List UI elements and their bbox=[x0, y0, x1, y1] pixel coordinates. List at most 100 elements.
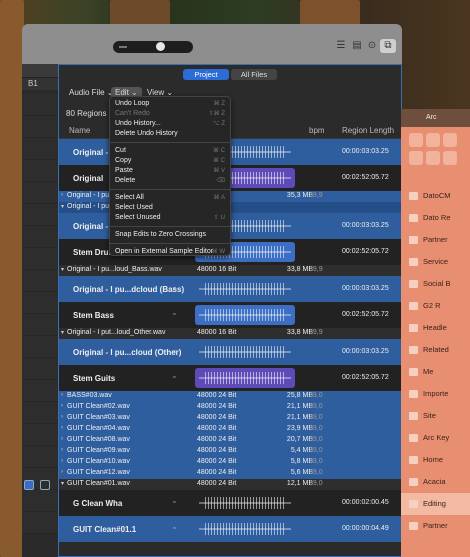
arc-tab-item[interactable]: Related bbox=[401, 339, 470, 361]
disclosure-triangle-icon[interactable]: ▾ bbox=[61, 203, 64, 210]
menu-item[interactable]: Snap Edits to Zero Crossings bbox=[110, 230, 230, 240]
menu-item[interactable]: Select All ⌘ A bbox=[110, 193, 230, 203]
list-icon[interactable]: ☰ bbox=[333, 39, 349, 53]
menu-item[interactable]: Delete ⌫ bbox=[110, 176, 230, 186]
disclosure-triangle-icon[interactable]: › bbox=[61, 458, 63, 464]
region-row[interactable]: Stem Guits ▫ 00:02:52:05.72 bbox=[59, 365, 401, 391]
loop-browser-icon[interactable]: ⊙ bbox=[364, 39, 380, 53]
arc-tab-item[interactable]: Importe bbox=[401, 383, 470, 405]
audio-file-row[interactable]: ▾ Original - I put...loud_Other.wav 48000 … bbox=[59, 328, 401, 339]
control-bar-lcd[interactable] bbox=[113, 41, 193, 53]
pinned-tab[interactable] bbox=[409, 151, 423, 165]
menu-shortcut: ⌘ A bbox=[213, 195, 225, 201]
arc-tab-item[interactable]: Editing bbox=[401, 493, 470, 515]
region-row[interactable]: GUIT Clean#01.1 ▫ 00:00:00:04.49 bbox=[59, 516, 401, 542]
audio-file-row[interactable]: › GUIT Clean#09.wav 48000 24 Bit 5,4 MB 89,0 bbox=[59, 446, 401, 457]
row-name: BASS#03.wav bbox=[67, 392, 112, 399]
waveform[interactable] bbox=[195, 368, 295, 388]
file-bpm: 89,9 bbox=[309, 329, 323, 336]
menu-item[interactable]: Paste ⌘ V bbox=[110, 166, 230, 176]
region-row[interactable]: Stem Bass ▫ 00:02:52:05.72 bbox=[59, 302, 401, 328]
disclosure-triangle-icon[interactable]: › bbox=[61, 425, 63, 431]
media-browser-icon[interactable]: ⧉ bbox=[380, 39, 396, 53]
disclosure-triangle-icon[interactable]: › bbox=[61, 392, 63, 398]
column-name[interactable]: Name bbox=[69, 126, 90, 135]
disclosure-triangle-icon[interactable]: › bbox=[61, 436, 63, 442]
arc-tab-item[interactable]: Partner bbox=[401, 229, 470, 251]
audio-file-row[interactable]: › GUIT Clean#04.wav 48000 24 Bit 23,9 MB 89,… bbox=[59, 424, 401, 435]
column-region-length[interactable]: Region Length bbox=[342, 126, 394, 135]
file-bpm: 89,0 bbox=[309, 480, 323, 487]
audio-file-row[interactable]: ▾ GUIT Clean#01.wav 48000 24 Bit 12,1 MB 89,… bbox=[59, 479, 401, 490]
arc-tab-item[interactable]: Service bbox=[401, 251, 470, 273]
arc-tab-item[interactable]: Me bbox=[401, 361, 470, 383]
pinned-tab[interactable] bbox=[409, 133, 423, 147]
arc-tab-label: Related bbox=[423, 345, 449, 354]
tab-all-files[interactable]: All Files bbox=[231, 69, 277, 80]
waveform[interactable] bbox=[195, 305, 295, 325]
menu-item[interactable]: Undo Loop ⌘ Z bbox=[110, 99, 230, 109]
disclosure-triangle-icon[interactable]: › bbox=[61, 403, 63, 409]
menu-item[interactable]: Select Used bbox=[110, 203, 230, 213]
region-length: 00:00:02:00.45 bbox=[342, 499, 389, 506]
region-row[interactable]: G Clean Wha ▫ 00:00:02:00.45 bbox=[59, 490, 401, 516]
menu-item-label: Cut bbox=[115, 147, 126, 154]
waveform[interactable] bbox=[195, 519, 295, 539]
disclosure-triangle-icon[interactable]: ▾ bbox=[61, 480, 64, 487]
arc-tab-item[interactable]: Social B bbox=[401, 273, 470, 295]
audio-file-row[interactable]: › BASS#03.wav 48000 24 Bit 25,8 MB 89,0 bbox=[59, 391, 401, 402]
disclosure-triangle-icon[interactable]: › bbox=[61, 192, 63, 198]
waveform[interactable] bbox=[195, 279, 295, 299]
arc-tab-item[interactable]: Arc Key bbox=[401, 427, 470, 449]
region-flag-icon: ▫ bbox=[173, 285, 176, 292]
pinned-tab[interactable] bbox=[426, 133, 440, 147]
arc-tab-item[interactable]: Site bbox=[401, 405, 470, 427]
menu-item: Can't Redo ⇧⌘ Z bbox=[110, 109, 230, 119]
pinned-tab[interactable] bbox=[426, 151, 440, 165]
arc-tab-item[interactable]: DatoCM bbox=[401, 185, 470, 207]
audio-file-row[interactable]: ▾ Original - I pu...loud_Bass.wav 48000 16… bbox=[59, 265, 401, 276]
disclosure-triangle-icon[interactable]: › bbox=[61, 447, 63, 453]
menu-item[interactable]: Cut ⌘ C bbox=[110, 146, 230, 156]
row-name: GUIT Clean#10.wav bbox=[67, 458, 130, 465]
waveform[interactable] bbox=[195, 342, 295, 362]
tab-project[interactable]: Project bbox=[183, 69, 229, 80]
menu-item[interactable]: Select Unused ⇧ U bbox=[110, 213, 230, 223]
audio-file-row[interactable]: › GUIT Clean#12.wav 48000 24 Bit 5,6 MB 89,0 bbox=[59, 468, 401, 479]
arc-tab-item[interactable]: Headle bbox=[401, 317, 470, 339]
ruler[interactable] bbox=[22, 64, 58, 78]
arc-tab-item[interactable]: Home bbox=[401, 449, 470, 471]
view-toggle-icon[interactable] bbox=[24, 480, 34, 490]
disclosure-triangle-icon[interactable]: ▾ bbox=[61, 266, 64, 273]
menu-shortcut: ⌘ V bbox=[213, 168, 225, 174]
audio-file-row[interactable]: › GUIT Clean#10.wav 48000 24 Bit 5,8 MB 89,0 bbox=[59, 457, 401, 468]
panel-toggle-icon[interactable] bbox=[40, 480, 50, 490]
disclosure-triangle-icon[interactable]: › bbox=[61, 414, 63, 420]
menu-item[interactable]: Undo History... ⌥ Z bbox=[110, 119, 230, 129]
audio-file-row[interactable]: › GUIT Clean#02.wav 48000 24 Bit 21,1 MB 89,… bbox=[59, 402, 401, 413]
column-bpm[interactable]: bpm bbox=[309, 126, 325, 135]
arc-tab-item[interactable]: Dato Re bbox=[401, 207, 470, 229]
file-format: 48000 24 Bit bbox=[197, 392, 237, 399]
arc-tab-item[interactable]: G2 R bbox=[401, 295, 470, 317]
audio-file-row[interactable]: › GUIT Clean#08.wav 48000 24 Bit 20,7 MB 89,… bbox=[59, 435, 401, 446]
disclosure-triangle-icon[interactable]: › bbox=[61, 469, 63, 475]
notepad-icon[interactable]: ▤ bbox=[349, 39, 365, 53]
region-length: 00:02:52:05.72 bbox=[342, 248, 389, 255]
waveform[interactable] bbox=[195, 493, 295, 513]
arc-tab-item[interactable]: Acacia bbox=[401, 471, 470, 493]
region-row[interactable]: Original - I pu...dcloud (Bass) ▫ 00:00:03… bbox=[59, 276, 401, 302]
pinned-tab[interactable] bbox=[443, 133, 457, 147]
disclosure-triangle-icon[interactable]: ▾ bbox=[61, 329, 64, 336]
track-lanes[interactable] bbox=[22, 94, 58, 534]
menu-item[interactable]: Open in External Sample Editor ⌘ W bbox=[110, 247, 230, 257]
arc-tab-label: Partner bbox=[423, 521, 448, 530]
menu-item[interactable]: Delete Undo History bbox=[110, 129, 230, 139]
audio-file-row[interactable]: › GUIT Clean#03.wav 48000 24 Bit 21,1 MB 89,… bbox=[59, 413, 401, 424]
slider-knob[interactable] bbox=[156, 42, 165, 51]
pinned-tab[interactable] bbox=[443, 151, 457, 165]
menu-item[interactable]: Copy ⌘ C bbox=[110, 156, 230, 166]
region-row[interactable]: Original - I pu...cloud (Other) ▫ 00:00:03… bbox=[59, 339, 401, 365]
arc-tab-item[interactable]: Partner bbox=[401, 515, 470, 537]
region-length: 00:00:03:03.25 bbox=[342, 285, 389, 292]
